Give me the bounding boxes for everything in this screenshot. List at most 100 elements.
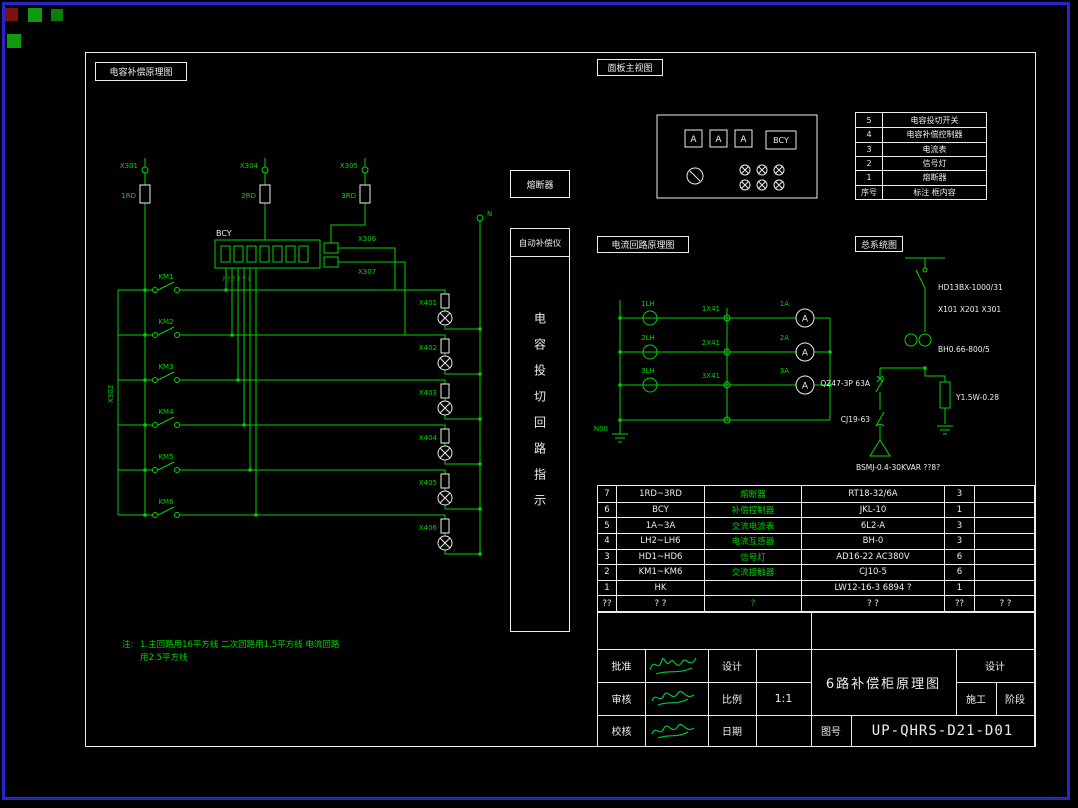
note-line-2: 用2.5平方线 xyxy=(140,652,188,663)
contactor-label: KM1 xyxy=(158,273,173,281)
part-model: JKL-10 xyxy=(801,501,944,518)
legend-name: 电容投切开关 xyxy=(882,113,986,128)
loop-terminal-label: 1X41 xyxy=(702,305,720,313)
part-qty: 3 xyxy=(944,486,974,502)
aux-terminal-label: X307 xyxy=(358,268,376,276)
panel-lamp-icon xyxy=(739,164,785,191)
feed-terminal-label: X301 xyxy=(120,162,138,170)
panel-meter-letter: A xyxy=(690,135,697,145)
aux-terminal-label: X306 xyxy=(358,235,377,243)
approve-signature xyxy=(649,657,697,675)
part-code: ? ? xyxy=(616,595,704,611)
part-note xyxy=(974,486,1036,502)
part-name: 交流接触器 xyxy=(704,564,801,580)
stage-design-label: 设计 xyxy=(985,662,1005,673)
neutral-label: N xyxy=(487,210,492,218)
legend-name: 电容补偿控制器 xyxy=(882,127,986,142)
signal-lamp xyxy=(437,310,453,551)
title-block: 批准 审核 校核 设计 比例 日期 1:1 6路补偿柜原理图 设计 施工 阶段 … xyxy=(597,612,1035,747)
part-no: 6 xyxy=(598,501,616,518)
part-model: CJ10-5 xyxy=(801,564,944,580)
junction-dots xyxy=(143,288,482,556)
meter-id-label: 1A xyxy=(780,300,789,308)
loop-terminal-label: 2X41 xyxy=(702,339,720,347)
check-label: 校核 xyxy=(611,727,632,738)
part-model: AD16-22 AC380V xyxy=(801,548,944,565)
legend-name: 标注 框内容 xyxy=(882,184,986,199)
contactor-label: KM6 xyxy=(158,498,174,506)
current-loop-schematic: A A A 1LH 2LH 3LH 1X41 2X41 3X41 1A 2A 3… xyxy=(594,300,832,443)
part-note xyxy=(974,532,1036,549)
label-capacitor-schematic: 电容补偿原理图 xyxy=(95,62,187,81)
legend-no: 3 xyxy=(856,141,882,156)
lamp-fuse xyxy=(440,293,450,309)
ammeter-letter: A xyxy=(802,315,809,325)
panel-meter-letter: A xyxy=(740,135,747,145)
lamp-fuse xyxy=(440,473,450,489)
part-name xyxy=(704,579,801,596)
part-model: RT18-32/6A xyxy=(801,486,944,502)
part-no: 3 xyxy=(598,548,616,565)
stage-label: 阶段 xyxy=(1005,695,1025,706)
fuse-callout-text: 熔断器 xyxy=(526,180,554,191)
legend-no: 4 xyxy=(856,127,882,141)
parts-table: 7 1RD~3RD 熔断器 RT18-32/6A 3 6 BCY 补偿控制器 JKL-10 1 … xyxy=(597,485,1036,612)
part-name: 补偿控制器 xyxy=(704,501,801,518)
fuse-callout-box: 熔断器 xyxy=(510,170,570,198)
loop-terminal-label: 3X41 xyxy=(702,372,720,380)
ground-icon xyxy=(937,425,953,435)
panel-controller-letter: BCY xyxy=(773,136,789,145)
capacitor-schematic: X301 X304 X305 1RD 2RD 3RD X302 BCY ? ? … xyxy=(107,158,492,663)
panel-outline xyxy=(656,114,818,199)
part-no: 5 xyxy=(598,517,616,533)
capacitor-bank-label: BSMJ-0.4-30KVAR ??8? xyxy=(856,463,940,472)
part-model: 6L2-A xyxy=(801,517,944,533)
system-diagram: HD13BX-1000/31 X101 X201 X301 BH0.66-800… xyxy=(820,257,1003,472)
lamp-fuse-label: X404 xyxy=(419,434,438,442)
label-system-diagram: 总系统图 xyxy=(855,236,903,252)
feed-fuse-3 xyxy=(359,184,371,204)
feed-fuse-2 xyxy=(259,184,271,204)
part-model: ? ? xyxy=(801,595,944,611)
review-signature xyxy=(651,691,695,706)
scale-value: 1:1 xyxy=(774,692,793,705)
controller-label: BCY xyxy=(216,229,232,238)
part-no: 4 xyxy=(598,532,616,549)
isolator-label: HD13BX-1000/31 xyxy=(938,283,1003,292)
part-code: HK xyxy=(616,579,704,596)
auto-compensator-title: 自动补偿仪 xyxy=(511,229,569,257)
feed-fuse-label: 2RD xyxy=(241,192,256,200)
part-note: ? ? xyxy=(974,595,1036,611)
contactor-label: KM3 xyxy=(158,363,173,371)
label-current-loop: 电流回路原理图 xyxy=(597,236,689,253)
part-qty: ?? xyxy=(944,595,974,611)
legend-no: 序号 xyxy=(856,184,882,199)
contactor-type-label: CJ19-63 xyxy=(841,415,870,424)
legend-name: 电流表 xyxy=(882,141,986,156)
part-name: 交流电流表 xyxy=(704,517,801,533)
part-no: 2 xyxy=(598,564,616,580)
system-terminals-label: X101 X201 X301 xyxy=(938,305,1001,314)
part-qty: 3 xyxy=(944,532,974,549)
ammeter-letter: A xyxy=(802,382,809,392)
meter-id-label: 2A xyxy=(780,334,789,342)
contactor-label: KM4 xyxy=(158,408,174,416)
part-code: BCY xyxy=(616,501,704,518)
loop-neutral-label: N00 xyxy=(594,425,608,433)
loop-indicator-vertical-text: 电容投切回路指示 xyxy=(532,312,547,520)
part-no: ?? xyxy=(598,595,616,611)
part-note xyxy=(974,517,1036,533)
part-note xyxy=(974,501,1036,518)
lamp-fuse xyxy=(440,428,450,444)
legend-no: 2 xyxy=(856,155,882,170)
part-model: LW12-16-3 6894 ? xyxy=(801,579,944,596)
part-note xyxy=(974,564,1036,580)
feed-terminal-label: X304 xyxy=(240,162,259,170)
panel-front-view: A A A BCY xyxy=(656,114,818,199)
ammeter-letter: A xyxy=(802,349,809,359)
part-code: 1RD~3RD xyxy=(616,486,704,502)
part-code: 1A~3A xyxy=(616,517,704,533)
part-name: ? xyxy=(704,595,801,611)
lamp-fuse xyxy=(440,338,450,354)
note-line-1: 1.主回路用16平方线 二次回路用1.5平方线 电流回路 xyxy=(140,639,340,650)
